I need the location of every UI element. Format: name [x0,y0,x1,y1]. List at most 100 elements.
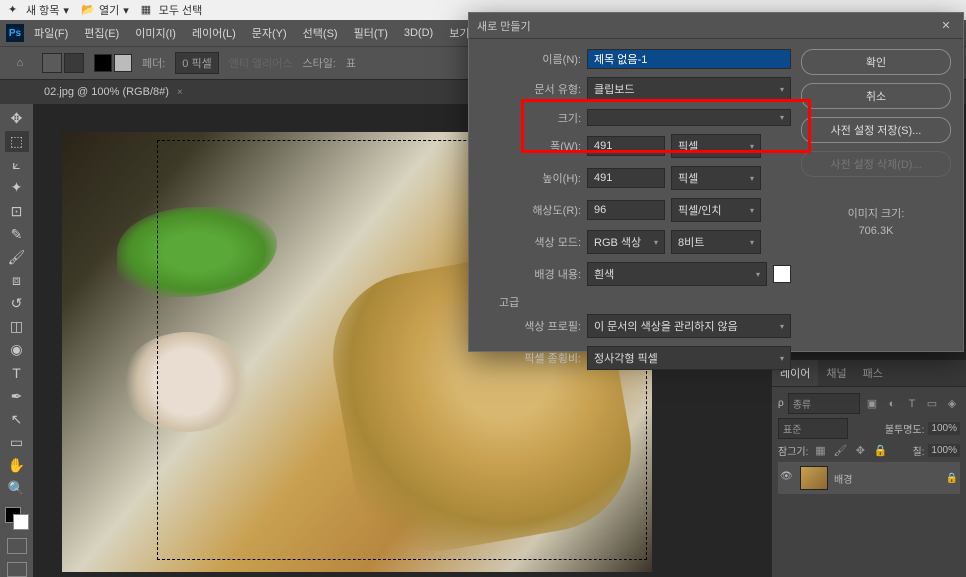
photoshop-logo: Ps [6,24,24,42]
resolution-unit-select[interactable]: 픽셀/인치 [671,198,761,222]
antialias-label: 앤티 앨리어스 [229,55,293,71]
fg-swatch[interactable] [94,54,112,72]
advanced-label[interactable]: 고급 [499,294,791,310]
fg-bg-swatches[interactable] [5,507,29,530]
bg-content-select[interactable]: 흰색 [587,262,767,286]
gradient-tool[interactable]: ◫ [5,316,29,337]
width-unit-select[interactable]: 픽셀 [671,134,761,158]
layer-name[interactable]: 배경 [834,471,852,486]
feather-value[interactable]: 0 픽셀 [175,52,218,74]
feather-label: 페더: [142,55,165,71]
image-size-value: 706.3K [801,225,951,237]
quick-mask-toggle[interactable] [7,538,27,553]
menu-file[interactable]: 파일(F) [28,22,74,44]
open-button[interactable]: 📂 열기 ▾ [81,2,129,18]
tab-close-icon[interactable]: × [177,87,183,98]
filter-type-icon[interactable]: T [904,397,920,411]
lock-pixels-icon[interactable]: 🖌 [832,444,848,458]
image-size-label: 이미지 크기: [801,205,951,221]
width-input[interactable] [587,136,665,156]
close-icon[interactable]: ✕ [937,17,955,35]
magic-wand-tool[interactable]: ✦ [5,177,29,198]
lasso-tool[interactable]: ⟀ [5,154,29,175]
crop-tool[interactable]: ⊡ [5,201,29,222]
select-all-icon: ▦ [141,3,155,17]
history-brush-tool[interactable]: ↺ [5,293,29,314]
new-document-dialog: 새로 만들기 ✕ 이름(N): 문서 유형: 클립보드 크기: 폭(W): 픽셀 [468,12,964,352]
type-tool[interactable]: T [5,362,29,383]
layer-thumbnail[interactable] [800,466,828,490]
pen-tool[interactable]: ✒ [5,386,29,407]
layer-row-background[interactable]: 👁 배경 🔒 [778,462,960,494]
cancel-button[interactable]: 취소 [801,83,951,109]
visibility-icon[interactable]: 👁 [780,471,794,485]
pixel-aspect-select[interactable]: 정사각형 픽셀 [587,346,791,370]
marquee-tool[interactable]: ⬚ [5,131,29,152]
doc-type-select[interactable]: 클립보드 [587,77,791,101]
save-preset-button[interactable]: 사전 설정 저장(S)... [801,117,951,143]
style-label: 스타일: [303,55,336,71]
background-swatch[interactable] [13,514,29,530]
home-icon[interactable]: ⌂ [8,53,32,73]
lock-all-icon[interactable]: 🔒 [872,444,888,458]
select-all-label: 모두 선택 [159,2,203,18]
document-tab[interactable]: 02.jpg @ 100% (RGB/8#) × [34,82,193,102]
screen-mode-toggle[interactable] [7,562,27,577]
select-all-button[interactable]: ▦ 모두 선택 [141,2,203,18]
open-label: 열기 [99,2,119,18]
filter-image-icon[interactable]: ▣ [864,397,880,411]
menu-layer[interactable]: 레이어(L) [186,22,242,44]
color-mode-select[interactable]: RGB 색상 [587,230,665,254]
shape-tool[interactable]: ▭ [5,432,29,453]
resolution-label: 해상도(R): [481,202,581,218]
color-mode-label: 색상 모드: [481,234,581,250]
new-item-button[interactable]: ✦ 새 항목 ▾ [8,2,69,18]
marquee-mode-add[interactable] [64,53,84,73]
ok-button[interactable]: 확인 [801,49,951,75]
fill-value[interactable]: 100% [928,444,960,457]
clone-tool[interactable]: ⧈ [5,270,29,291]
style-value[interactable]: 표 [346,55,356,71]
color-profile-label: 색상 프로필: [481,318,581,334]
doc-type-label: 문서 유형: [481,81,581,97]
width-label: 폭(W): [481,138,581,154]
bg-content-label: 배경 내용: [481,266,581,282]
marquee-mode-new[interactable] [42,53,62,73]
menu-image[interactable]: 이미지(I) [129,22,182,44]
size-select[interactable] [587,109,791,126]
path-tool[interactable]: ↖ [5,409,29,430]
brush-tool[interactable]: 🖌 [5,247,29,268]
layer-kind-filter[interactable]: 종류 [788,393,860,414]
lock-icon: 🔒 [946,473,958,484]
zoom-tool[interactable]: 🔍 [5,478,29,499]
height-input[interactable] [587,168,665,188]
blur-tool[interactable]: ◉ [5,339,29,360]
height-label: 높이(H): [481,170,581,186]
name-input[interactable] [587,49,791,69]
eyedropper-tool[interactable]: ✎ [5,224,29,245]
resolution-input[interactable] [587,200,665,220]
filter-shape-icon[interactable]: ▭ [924,397,940,411]
hand-tool[interactable]: ✋ [5,455,29,476]
delete-preset-button: 사전 설정 삭제(D)... [801,151,951,177]
filter-smart-icon[interactable]: ◈ [944,397,960,411]
menu-text[interactable]: 문자(Y) [246,22,293,44]
filter-adjust-icon[interactable]: ◐ [884,397,900,411]
bg-swatch[interactable] [114,54,132,72]
lock-transparency-icon[interactable]: ▦ [812,444,828,458]
menu-edit[interactable]: 편집(E) [78,22,125,44]
opacity-value[interactable]: 100% [928,422,960,435]
menu-3d[interactable]: 3D(D) [398,24,439,42]
lock-position-icon[interactable]: ✥ [852,444,868,458]
bg-color-swatch[interactable] [773,265,791,283]
height-unit-select[interactable]: 픽셀 [671,166,761,190]
pixel-aspect-label: 픽셀 종횡비: [481,350,581,366]
bit-depth-select[interactable]: 8비트 [671,230,761,254]
color-profile-select[interactable]: 이 문서의 색상을 관리하지 않음 [587,314,791,338]
new-item-label: 새 항목 [26,2,59,18]
move-tool[interactable]: ✥ [5,108,29,129]
blend-mode-select[interactable]: 표준 [778,418,848,439]
lock-label: 잠그기: [778,443,808,458]
menu-select[interactable]: 선택(S) [297,22,344,44]
menu-filter[interactable]: 필터(T) [348,22,394,44]
